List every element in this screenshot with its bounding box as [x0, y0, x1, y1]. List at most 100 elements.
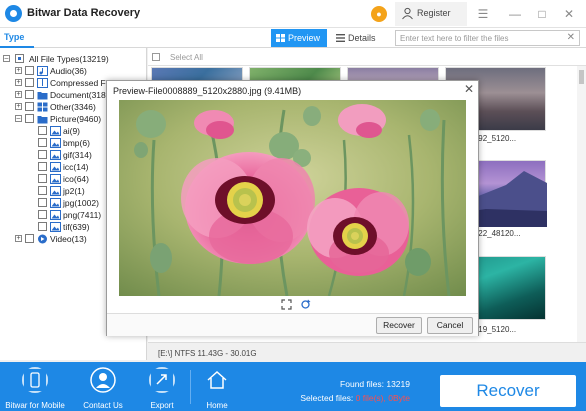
- minimize-icon[interactable]: —: [504, 4, 526, 24]
- menu-icon[interactable]: ☰: [472, 4, 494, 24]
- expand-icon[interactable]: +: [15, 91, 22, 98]
- tree-item-label: png(7411): [63, 210, 102, 220]
- expand-icon[interactable]: +: [15, 235, 22, 242]
- selected-files-prefix: Selected files:: [300, 393, 356, 403]
- contact-person-icon: [90, 367, 116, 393]
- checkbox[interactable]: [38, 222, 47, 231]
- collapse-icon[interactable]: –: [3, 55, 10, 62]
- image-file-icon: [50, 186, 61, 196]
- tree-item-label: Other(3346): [50, 102, 96, 112]
- preview-image: [119, 100, 466, 296]
- maximize-icon[interactable]: □: [531, 4, 553, 24]
- bottom-action-bar: Bitwar for Mobile Contact Us Export Home…: [0, 362, 586, 411]
- export-label: Export: [150, 401, 174, 410]
- expand-icon[interactable]: +: [15, 67, 22, 74]
- scrollbar-thumb[interactable]: [579, 70, 584, 84]
- image-file-icon: [50, 162, 61, 172]
- folder-icon: [37, 92, 48, 100]
- divider: [190, 370, 191, 404]
- music-note-icon: [37, 66, 48, 76]
- filter-input[interactable]: Enter text here to filter the files ✕: [395, 30, 580, 46]
- home-label: Home: [206, 401, 228, 410]
- tab-type[interactable]: Type: [4, 32, 24, 42]
- grid-icon: [276, 34, 285, 42]
- expand-icon[interactable]: +: [15, 103, 22, 110]
- tree-item-label: Document(318): [50, 90, 109, 100]
- expand-icon[interactable]: +: [15, 79, 22, 86]
- preview-cancel-button[interactable]: Cancel: [427, 317, 473, 334]
- select-all-label: Select All: [170, 53, 203, 62]
- title-bar: Bitwar Data Recovery ● Register ☰ — □ ✕: [0, 0, 586, 28]
- status-bar: [E:\] NTFS 11.43G - 30.01G: [148, 342, 586, 362]
- checkbox[interactable]: [25, 78, 34, 87]
- checkbox[interactable]: [38, 174, 47, 183]
- image-file-icon: [50, 198, 61, 208]
- contact-us-label: Contact Us: [83, 401, 123, 410]
- tree-item-label: Audio(36): [50, 66, 87, 76]
- rotate-icon[interactable]: [300, 299, 311, 310]
- list-icon: [336, 34, 345, 42]
- checkbox[interactable]: [38, 150, 47, 159]
- scrollbar[interactable]: [577, 66, 586, 360]
- app-title: Bitwar Data Recovery: [27, 7, 141, 19]
- checkbox[interactable]: [25, 66, 34, 75]
- preview-dialog: Preview-File0008889_5120x2880.jpg (9.41M…: [106, 80, 479, 336]
- home-icon: [207, 370, 227, 389]
- checkbox[interactable]: [38, 198, 47, 207]
- close-icon[interactable]: ✕: [558, 4, 580, 24]
- image-file-icon: [50, 222, 61, 232]
- checkbox[interactable]: [25, 102, 34, 111]
- tree-item-label: gif(314): [63, 150, 92, 160]
- export-icon: [149, 367, 175, 393]
- preview-recover-button[interactable]: Recover: [376, 317, 422, 334]
- checkbox[interactable]: [25, 114, 34, 123]
- mobile-phone-icon: [22, 367, 48, 393]
- checkbox[interactable]: [38, 138, 47, 147]
- image-file-icon: [50, 210, 61, 220]
- checkbox[interactable]: [38, 162, 47, 171]
- tree-item-label: tif(639): [63, 222, 90, 232]
- export-button[interactable]: Export: [137, 365, 187, 411]
- selected-files-count: 0 file(s),: [355, 393, 386, 403]
- fit-to-window-icon[interactable]: [281, 299, 292, 310]
- tree-item-label: Video(13): [50, 234, 87, 244]
- toolbar: Type Preview Details Enter text here to …: [0, 28, 586, 48]
- selected-files-summary: Selected files: 0 file(s), 0Byte: [290, 393, 410, 403]
- archive-icon: [37, 78, 48, 88]
- image-file-icon: [50, 174, 61, 184]
- preview-view-button[interactable]: Preview: [271, 29, 327, 47]
- cart-icon[interactable]: ●: [371, 6, 387, 22]
- checkbox[interactable]: [25, 90, 34, 99]
- checkbox[interactable]: [38, 126, 47, 135]
- collapse-icon[interactable]: –: [15, 115, 22, 122]
- register-label: Register: [417, 8, 451, 18]
- select-all-checkbox[interactable]: [152, 53, 160, 61]
- checkbox[interactable]: [15, 54, 24, 63]
- other-files-icon: [37, 102, 48, 112]
- tree-item-label: ico(64): [63, 174, 89, 184]
- tree-item-label: icc(14): [63, 162, 89, 172]
- tree-item-label: Picture(9460): [50, 114, 102, 124]
- clear-filter-icon[interactable]: ✕: [567, 32, 575, 43]
- recover-button[interactable]: Recover: [440, 375, 576, 407]
- preview-dialog-title: Preview-File0008889_5120x2880.jpg (9.41M…: [113, 86, 302, 96]
- checkbox[interactable]: [38, 186, 47, 195]
- selected-files-size: 0Byte: [388, 393, 410, 403]
- select-all-bar: Select All: [148, 48, 586, 66]
- tree-item-label: jp2(1): [63, 186, 85, 196]
- checkbox[interactable]: [38, 210, 47, 219]
- checkbox[interactable]: [25, 234, 34, 243]
- mobile-label: Bitwar for Mobile: [5, 401, 65, 410]
- user-icon: [402, 7, 413, 20]
- found-files-count: Found files: 13219: [340, 379, 410, 389]
- contact-us-button[interactable]: Contact Us: [78, 365, 128, 411]
- close-icon[interactable]: ✕: [464, 82, 474, 96]
- register-button[interactable]: Register: [395, 2, 467, 26]
- details-view-button[interactable]: Details: [331, 29, 381, 47]
- tree-item-label: bmp(6): [63, 138, 90, 148]
- filter-placeholder: Enter text here to filter the files: [400, 34, 509, 43]
- image-file-icon: [50, 138, 61, 148]
- mobile-button[interactable]: Bitwar for Mobile: [5, 365, 65, 411]
- home-button[interactable]: Home: [192, 365, 242, 411]
- app-logo-icon: [5, 5, 22, 22]
